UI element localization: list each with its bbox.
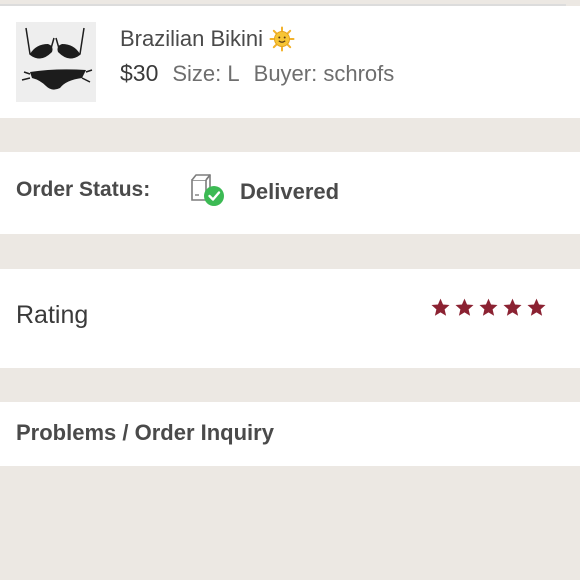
order-status-label: Order Status: bbox=[16, 178, 151, 201]
listing-card[interactable]: Brazilian Bikini $30 Size: L Buyer: schr… bbox=[0, 6, 580, 118]
star-icon bbox=[479, 298, 498, 316]
star-icon bbox=[455, 298, 474, 316]
bikini-image bbox=[16, 22, 96, 102]
listing-title: Brazilian Bikini bbox=[120, 26, 264, 51]
listing-price: $30 bbox=[120, 60, 159, 86]
problems-inquiry-label: Problems / Order Inquiry bbox=[16, 420, 274, 445]
rating-stars bbox=[430, 297, 547, 318]
order-status-value: Delivered bbox=[240, 179, 340, 204]
star-icon bbox=[431, 298, 450, 316]
star-icon bbox=[527, 298, 546, 316]
rating-label: Rating bbox=[16, 301, 89, 329]
listing-buyer: Buyer: schrofs bbox=[253, 61, 395, 86]
listing-meta: $30 Size: L Buyer: schrofs bbox=[120, 60, 394, 87]
order-status-card: Order Status: Delivered bbox=[0, 152, 580, 234]
delivered-box-icon bbox=[188, 172, 228, 210]
rating-card: Rating bbox=[0, 269, 580, 368]
star-icon bbox=[503, 298, 522, 316]
listing-thumbnail[interactable] bbox=[16, 22, 96, 102]
listing-title-row: Brazilian Bikini bbox=[120, 26, 295, 52]
listing-size: Size: L bbox=[172, 61, 240, 86]
problems-inquiry-row[interactable]: Problems / Order Inquiry bbox=[0, 402, 580, 466]
sun-face-icon bbox=[269, 26, 295, 52]
